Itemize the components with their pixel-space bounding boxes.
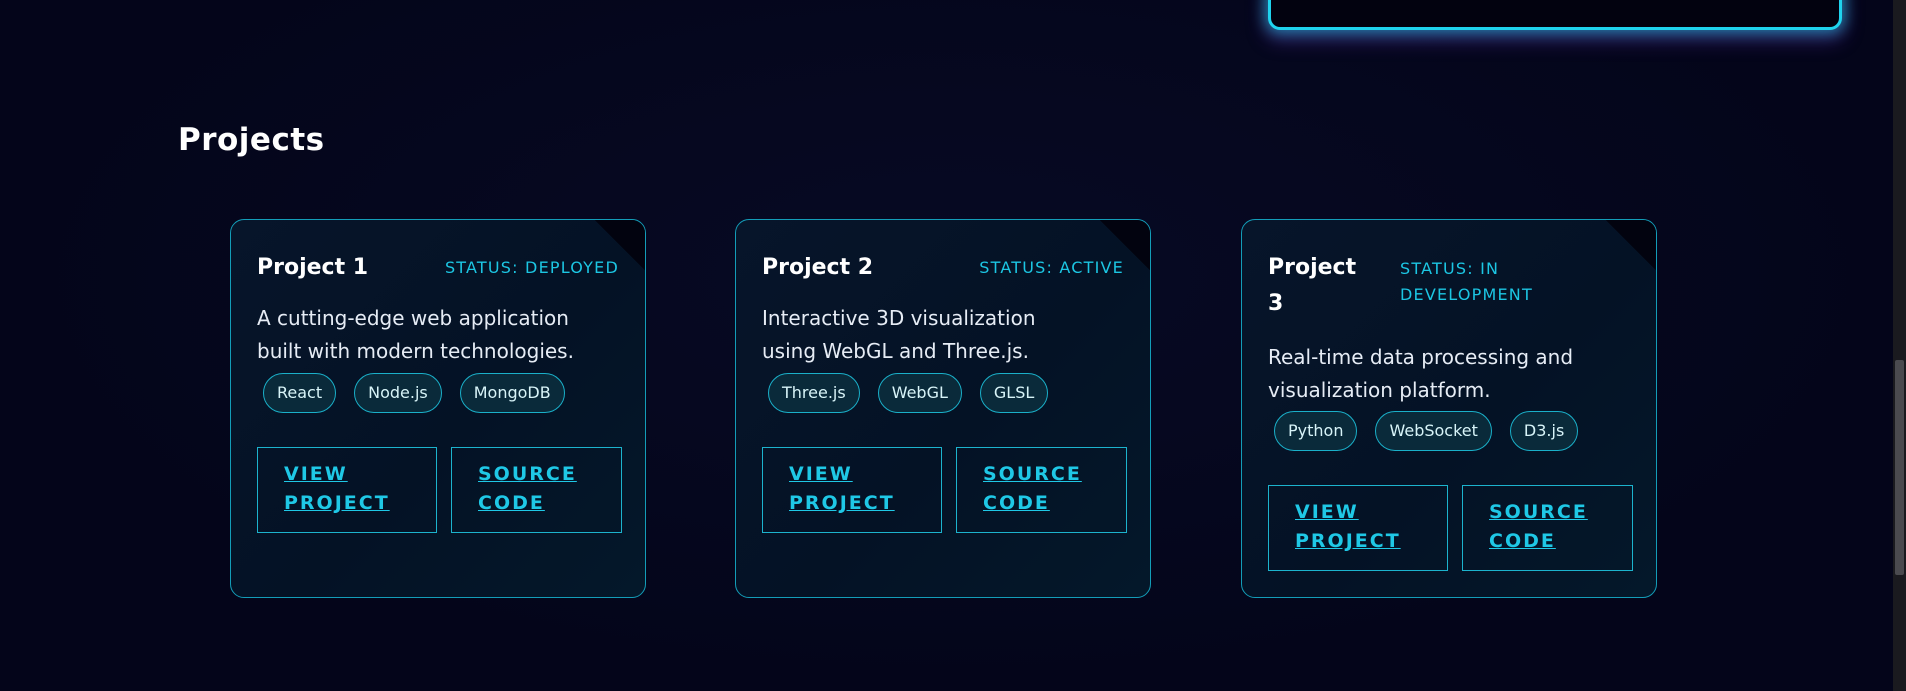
view-project-button[interactable]: VIEW PROJECT — [762, 447, 942, 533]
project-title: Project 2 — [762, 255, 874, 280]
card-actions: VIEW PROJECT SOURCE CODE — [257, 447, 622, 533]
tech-tag: D3.js — [1509, 411, 1579, 451]
view-project-button[interactable]: VIEW PROJECT — [257, 447, 437, 533]
tech-tag: GLSL — [979, 373, 1049, 413]
card-actions: VIEW PROJECT SOURCE CODE — [762, 447, 1127, 533]
source-code-button[interactable]: SOURCE CODE — [1462, 485, 1633, 571]
tech-tags: Three.js WebGL GLSL — [768, 373, 1049, 413]
tech-tag: React — [263, 373, 337, 413]
project-description: A cutting-edge web application built wit… — [257, 306, 574, 363]
source-code-button[interactable]: SOURCE CODE — [451, 447, 622, 533]
project-title: Project 3 — [1268, 255, 1357, 316]
tech-tags: Python WebSocket D3.js — [1274, 411, 1579, 451]
project-status: STATUS: ACTIVE — [979, 258, 1124, 277]
project-status: STATUS: DEPLOYED — [444, 258, 619, 277]
section-title: Projects — [178, 122, 325, 158]
project-card: Project 3 STATUS: IN DEVELOPMENT Real-ti… — [1241, 219, 1657, 598]
glowing-panel — [1268, 0, 1842, 30]
tech-tag: WebGL — [877, 373, 962, 413]
project-status: STATUS: IN DEVELOPMENT — [1400, 259, 1533, 304]
card-header: Project 3 STATUS: IN DEVELOPMENT — [1268, 250, 1630, 322]
card-header: Project 1 STATUS: DEPLOYED — [257, 250, 619, 286]
project-title: Project 1 — [257, 255, 369, 280]
tech-tag: MongoDB — [459, 373, 565, 413]
scrollbar-thumb[interactable] — [1895, 360, 1904, 575]
card-actions: VIEW PROJECT SOURCE CODE — [1268, 485, 1633, 571]
page: Projects Project 1 STATUS: DEPLOYED A cu… — [0, 0, 1906, 691]
tech-tag: Node.js — [354, 373, 442, 413]
project-description: Real-time data processing and visualizat… — [1268, 345, 1574, 402]
project-card: Project 1 STATUS: DEPLOYED A cutting-edg… — [230, 219, 646, 598]
tech-tag: WebSocket — [1375, 411, 1492, 451]
source-code-button[interactable]: SOURCE CODE — [956, 447, 1127, 533]
tech-tag: Python — [1274, 411, 1358, 451]
tech-tags: React Node.js MongoDB — [263, 373, 565, 413]
card-header: Project 2 STATUS: ACTIVE — [762, 250, 1124, 286]
project-card: Project 2 STATUS: ACTIVE Interactive 3D … — [735, 219, 1151, 598]
scrollbar[interactable] — [1893, 0, 1906, 691]
view-project-button[interactable]: VIEW PROJECT — [1268, 485, 1448, 571]
tech-tag: Three.js — [768, 373, 860, 413]
project-description: Interactive 3D visualization using WebGL… — [762, 306, 1036, 363]
